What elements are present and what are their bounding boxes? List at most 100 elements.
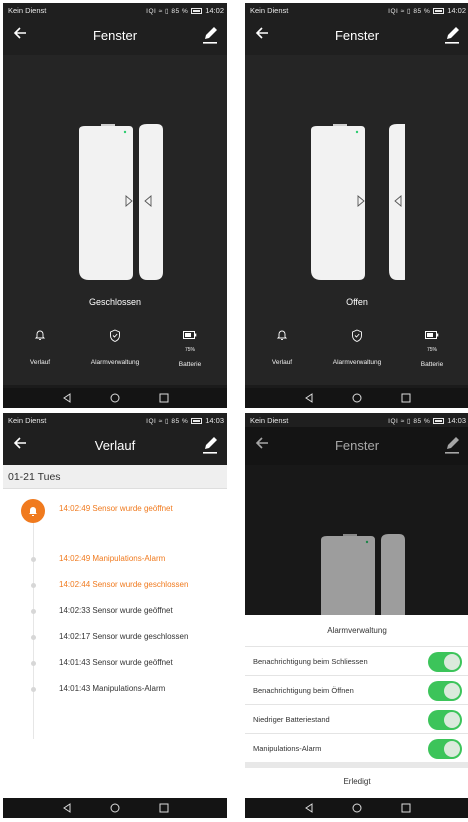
app-bar: Fenster [3,17,227,55]
shield-check-icon [320,325,394,345]
history-event[interactable]: 14:02:49 Manipulations-Alarm [3,551,227,571]
setting-row: Benachrichtigung beim Öffnen [245,675,468,705]
battery-tool[interactable]: 75% Batterie [395,325,468,368]
status-bar: Kein Dienst IQI ≈ ▯ 85 % 14:02 [245,3,468,17]
battery-status-icon [191,417,203,424]
sensor-state-label: Geschlossen [88,297,142,307]
clock: 14:03 [447,416,466,425]
device-toolbar: Verlauf Alarmverwaltung 75% Batterie [3,325,227,375]
history-event-text: 14:02:49 Sensor wurde geöffnet [59,504,173,513]
screen-window-open: Kein Dienst IQI ≈ ▯ 85 % 14:02 Fenster O… [245,3,468,408]
edit-pencil-icon[interactable] [201,435,219,455]
battery-percent: 75% [426,347,437,353]
toggle-switch[interactable] [428,652,462,672]
history-event[interactable]: 14:02:33 Sensor wurde geöffnet [3,603,227,623]
sheet-divider [245,762,468,768]
status-bar: Kein Dienst IQI ≈ ▯ 85 % 14:03 [3,413,227,427]
battery-tool-label: Batterie [420,361,444,368]
edit-pencil-icon[interactable] [201,25,219,45]
history-event-text: 14:02:33 Sensor wurde geöffnet [59,606,173,615]
setting-label: Benachrichtigung beim Schliessen [253,657,368,666]
nav-home-icon[interactable] [349,392,365,404]
battery-tool-label: Batterie [178,361,202,368]
alarm-tool-label: Alarmverwaltung [332,359,382,366]
page-title: Fenster [92,28,138,43]
signal-icons: IQI ≈ ▯ 85 % [388,7,431,15]
done-button[interactable]: Erledigt [245,777,468,786]
shield-check-icon [78,325,152,345]
signal-icons: IQI ≈ ▯ 85 % [146,417,189,425]
history-tool-label: Verlauf [271,359,293,366]
setting-row: Benachrichtigung beim Schliessen [245,646,468,676]
setting-row: Manipulations-Alarm [245,733,468,763]
door-sensor-open-illustration [311,124,405,280]
signal-icons: IQI ≈ ▯ 85 % [388,417,431,425]
toggle-knob [444,712,460,728]
system-nav-bar [245,388,468,408]
history-event[interactable]: 14:02:49 Sensor wurde geöffnet [3,501,227,521]
door-sensor-closed-illustration [79,124,163,280]
nav-back-icon[interactable] [301,802,317,814]
carrier-label: Kein Dienst [8,416,47,425]
sensor-state-label: Offen [346,297,368,307]
nav-back-icon[interactable] [59,392,75,404]
screen-alarm-management: Kein Dienst IQI ≈ ▯ 85 % 14:03 Fenster A… [245,413,468,818]
app-bar: Verlauf [3,427,227,465]
history-event-text: 14:02:44 Sensor wurde geschlossen [59,580,189,589]
battery-icon [395,325,468,345]
history-tool[interactable]: Verlauf [245,325,319,366]
toggle-knob [444,654,460,670]
history-tool-label: Verlauf [29,359,51,366]
history-event[interactable]: 14:01:43 Sensor wurde geöffnet [3,655,227,675]
page-title: Fenster [334,28,380,43]
system-nav-bar [3,798,227,818]
history-event-text: 14:01:43 Sensor wurde geöffnet [59,658,173,667]
timeline-dot [31,557,36,562]
alarm-tool[interactable]: Alarmverwaltung [320,325,394,366]
carrier-label: Kein Dienst [8,6,47,15]
nav-back-icon[interactable] [301,392,317,404]
carrier-label: Kein Dienst [250,416,289,425]
system-nav-bar [245,798,468,818]
toggle-switch[interactable] [428,710,462,730]
edit-pencil-icon[interactable] [443,25,461,45]
timeline-dot [31,661,36,666]
signal-icons: IQI ≈ ▯ 85 % [146,7,189,15]
status-bar: Kein Dienst IQI ≈ ▯ 85 % 14:02 [3,3,227,17]
battery-tool[interactable]: 75% Batterie [153,325,227,368]
toggle-switch[interactable] [428,681,462,701]
nav-home-icon[interactable] [349,802,365,814]
nav-recents-icon[interactable] [398,802,414,814]
alarm-settings-sheet: Alarmverwaltung Benachrichtigung beim Sc… [245,615,468,798]
battery-status-icon [191,7,203,14]
page-title: Verlauf [94,438,136,453]
history-event[interactable]: 14:01:43 Manipulations-Alarm [3,681,227,701]
screen-history: Kein Dienst IQI ≈ ▯ 85 % 14:03 Verlauf 0… [3,413,227,818]
history-event[interactable]: 14:02:17 Sensor wurde geschlossen [3,629,227,649]
bell-icon [3,325,77,345]
system-nav-bar [3,388,227,408]
history-tool[interactable]: Verlauf [3,325,77,366]
history-list: 01-21 Tues 14:02:49 Sensor wurde geöffne… [3,465,227,798]
alarm-tool[interactable]: Alarmverwaltung [78,325,152,366]
timeline-dot [31,635,36,640]
toggle-knob [444,741,460,757]
history-event[interactable]: 14:02:44 Sensor wurde geschlossen [3,577,227,597]
setting-label: Manipulations-Alarm [253,744,322,753]
toggle-switch[interactable] [428,739,462,759]
clock: 14:02 [205,6,224,15]
bell-icon [245,325,319,345]
device-panel: Geschlossen Verlauf Alarmverwaltung 75% … [3,55,227,385]
nav-recents-icon[interactable] [156,392,172,404]
timeline-line [33,509,34,739]
battery-status-icon [433,7,445,14]
nav-recents-icon[interactable] [398,392,414,404]
clock: 14:03 [205,416,224,425]
device-panel: Offen Verlauf Alarmverwaltung 75% Batter… [245,55,468,385]
nav-recents-icon[interactable] [156,802,172,814]
nav-home-icon[interactable] [107,392,123,404]
nav-back-icon[interactable] [59,802,75,814]
battery-percent: 75% [184,347,195,353]
nav-home-icon[interactable] [107,802,123,814]
setting-label: Benachrichtigung beim Öffnen [253,686,354,695]
